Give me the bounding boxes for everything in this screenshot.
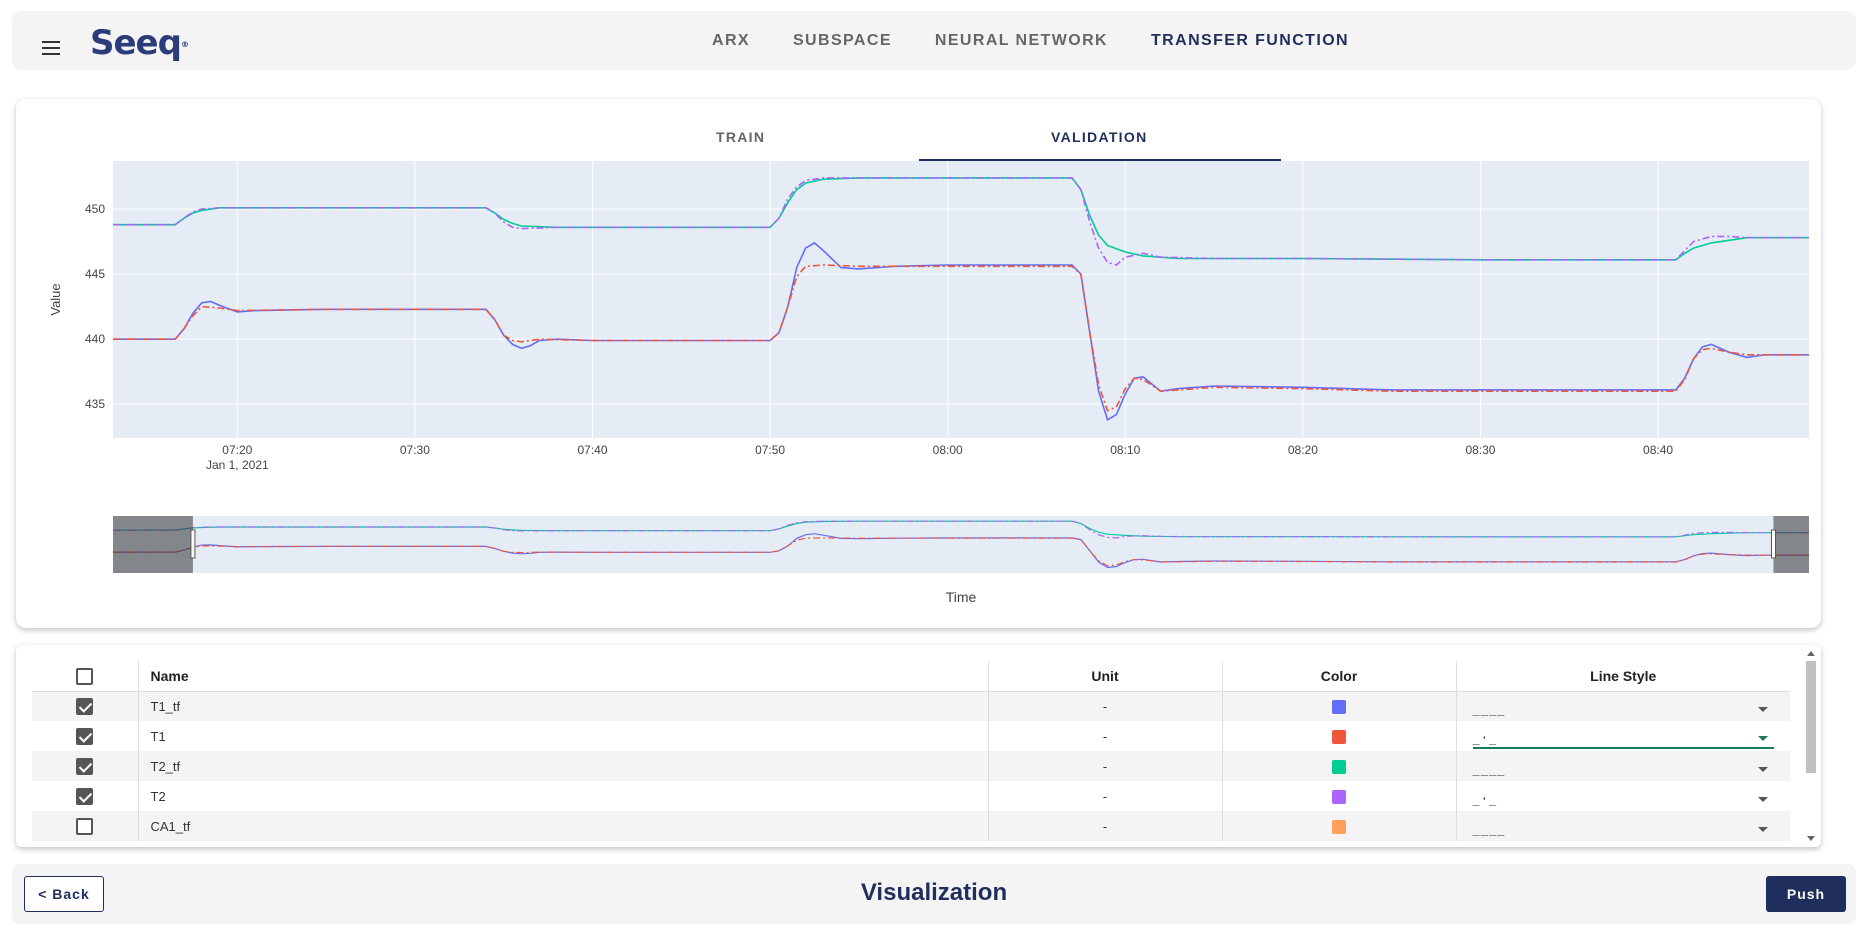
select-all-checkbox[interactable] bbox=[76, 667, 94, 685]
color-swatch[interactable] bbox=[1332, 729, 1346, 744]
line-style-select[interactable]: _·_ bbox=[1472, 723, 1774, 749]
tab-transfer-function[interactable]: TRANSFER FUNCTION bbox=[1151, 32, 1349, 50]
line-style-value: ____ bbox=[1472, 702, 1506, 717]
push-button[interactable]: Push bbox=[1766, 876, 1846, 912]
y-tick-label: 450 bbox=[85, 202, 105, 216]
table-row[interactable]: CA1_tf - ____ bbox=[32, 811, 1790, 841]
x-tick-label: 08:20 bbox=[1288, 443, 1318, 457]
x-tick-label: 08:00 bbox=[933, 443, 963, 457]
line-style-select[interactable]: _·_ bbox=[1473, 783, 1775, 809]
x-tick-label: 08:10 bbox=[1110, 443, 1140, 457]
signal-name: T2 bbox=[138, 781, 989, 811]
signal-table: Name Unit Color Line Style T1_tf - ____ T1-… bbox=[32, 661, 1790, 841]
chevron-down-icon[interactable] bbox=[1758, 736, 1768, 741]
signal-name: T1_tf bbox=[138, 691, 989, 721]
range-slider-left-mask bbox=[113, 516, 193, 573]
x-tick-label: 07:40 bbox=[577, 443, 607, 457]
x-tick-label: 08:30 bbox=[1465, 443, 1495, 457]
line-style-select[interactable]: ____ bbox=[1473, 813, 1775, 839]
line-style-value: ____ bbox=[1472, 822, 1506, 836]
x-tick-label: 08:40 bbox=[1643, 443, 1673, 457]
chevron-down-icon[interactable] bbox=[1758, 707, 1768, 713]
y-axis-label: Value bbox=[48, 283, 63, 315]
row-checkbox[interactable] bbox=[76, 817, 94, 835]
line-style-select[interactable]: ____ bbox=[1473, 753, 1775, 779]
tab-neural-network[interactable]: NEURAL NETWORK bbox=[935, 32, 1108, 50]
x-axis-label: Time bbox=[946, 589, 977, 605]
color-swatch[interactable] bbox=[1332, 759, 1346, 774]
tab-subspace[interactable]: SUBSPACE bbox=[793, 32, 892, 50]
model-tabs: ARX SUBSPACE NEURAL NETWORK TRANSFER FUN… bbox=[712, 11, 1392, 70]
color-swatch[interactable] bbox=[1332, 789, 1346, 804]
x-tick-label: 07:30 bbox=[400, 443, 430, 457]
table-row[interactable]: T1- _·_ bbox=[32, 721, 1790, 751]
footer-bar: < Back Visualization Push bbox=[12, 864, 1856, 924]
page-title: Visualization bbox=[860, 879, 1008, 906]
chevron-down-icon[interactable] bbox=[1758, 797, 1768, 802]
x-date-label: Jan 1, 2021 bbox=[206, 458, 269, 472]
table-header-row: Name Unit Color Line Style bbox=[32, 661, 1790, 692]
x-tick-label: 07:20 bbox=[222, 443, 252, 457]
line-style-value: _·_ bbox=[1472, 731, 1498, 745]
line-style-value: _·_ bbox=[1472, 792, 1498, 806]
x-tick-label: 07:50 bbox=[755, 443, 785, 457]
signal-unit: - bbox=[988, 751, 1223, 781]
row-checkbox[interactable] bbox=[76, 787, 94, 805]
name-column-header[interactable]: Name bbox=[138, 661, 989, 692]
row-checkbox[interactable] bbox=[76, 757, 94, 775]
chart-card: TRAIN VALIDATION 435 440 445 450 07:20 07:30 0… bbox=[16, 99, 1821, 628]
color-column-header[interactable]: Color bbox=[1222, 661, 1457, 692]
y-tick-label: 445 bbox=[85, 267, 105, 281]
chevron-down-icon[interactable] bbox=[1758, 767, 1768, 772]
table-scrollbar[interactable] bbox=[1805, 649, 1817, 843]
color-swatch[interactable] bbox=[1332, 700, 1346, 715]
signal-name: CA1_tf bbox=[138, 811, 989, 841]
signal-unit: - bbox=[988, 781, 1223, 811]
table-row[interactable]: T1_tf - ____ bbox=[32, 691, 1790, 721]
line-style-select[interactable]: ____ bbox=[1473, 693, 1775, 719]
signal-table-card: Name Unit Color Line Style T1_tf - ____ T1-… bbox=[16, 645, 1821, 847]
top-navbar: Seeq® ARX SUBSPACE NEURAL NETWORK TRANSF… bbox=[12, 11, 1856, 70]
menu-icon[interactable] bbox=[42, 41, 60, 55]
tab-arx[interactable]: ARX bbox=[712, 32, 750, 50]
scroll-down-arrow-icon[interactable] bbox=[1807, 836, 1815, 841]
signal-name: T2_tf bbox=[138, 751, 989, 781]
scroll-up-arrow-icon[interactable] bbox=[1807, 651, 1815, 656]
color-swatch[interactable] bbox=[1332, 819, 1346, 834]
y-tick-label: 440 bbox=[85, 332, 105, 346]
signal-unit: - bbox=[988, 691, 1223, 721]
row-checkbox[interactable] bbox=[76, 697, 94, 715]
scrollbar-thumb[interactable] bbox=[1806, 661, 1816, 773]
plot-area bbox=[113, 161, 1809, 438]
table-row[interactable]: T2_tf - ____ bbox=[32, 751, 1790, 781]
signal-unit: - bbox=[988, 811, 1223, 841]
range-slider bbox=[113, 516, 1809, 573]
y-tick-label: 435 bbox=[85, 397, 105, 411]
line-style-column-header[interactable]: Line Style bbox=[1456, 661, 1790, 692]
chevron-down-icon[interactable] bbox=[1758, 827, 1768, 832]
line-chart[interactable]: 435 440 445 450 07:20 07:30 07:40 07:50 08:00 08:… bbox=[16, 99, 1821, 628]
signal-unit: - bbox=[988, 721, 1223, 751]
seeq-logo: Seeq® bbox=[90, 23, 189, 63]
unit-column-header[interactable]: Unit bbox=[988, 661, 1223, 692]
table-row[interactable]: T2- _·_ bbox=[32, 781, 1790, 811]
row-checkbox[interactable] bbox=[76, 727, 94, 745]
line-style-value: ____ bbox=[1472, 762, 1506, 776]
range-slider-left-handle[interactable] bbox=[190, 529, 196, 559]
range-slider-right-mask bbox=[1773, 516, 1809, 573]
signal-name: T1 bbox=[138, 721, 989, 751]
range-slider-right-handle[interactable] bbox=[1770, 529, 1776, 559]
